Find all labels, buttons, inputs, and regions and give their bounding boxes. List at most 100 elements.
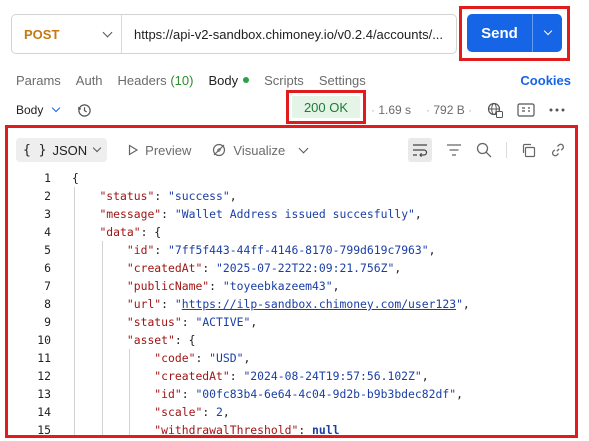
json-string: " xyxy=(174,297,182,311)
preview-button[interactable]: Preview xyxy=(127,143,191,158)
json-string: "00fc83b4-6e64-4c04-9d2b-b9b3bdec82df" xyxy=(195,387,457,401)
indent-guide xyxy=(74,223,75,241)
example-icon[interactable] xyxy=(517,103,535,117)
json-punctuation: : xyxy=(161,207,175,221)
json-string: "Wallet Address issued succesfully" xyxy=(174,207,415,221)
json-punctuation: : xyxy=(161,297,175,311)
search-icon[interactable] xyxy=(476,142,492,158)
indent-guide xyxy=(74,403,75,421)
code-line: 3 "message": "Wallet Address issued succ… xyxy=(8,205,575,223)
response-body-select[interactable]: Body xyxy=(16,103,61,117)
code-line: 9 "status": "ACTIVE", xyxy=(8,313,575,331)
indent-guide xyxy=(129,421,131,435)
braces-icon: { } xyxy=(23,142,47,158)
indent-guide xyxy=(101,367,103,385)
indent-guide xyxy=(101,349,103,367)
code-line: 7 "publicName": "toyeebkazeem43", xyxy=(8,277,575,295)
line-number: 6 xyxy=(44,261,51,275)
tab-auth[interactable]: Auth xyxy=(76,73,103,88)
status-badge[interactable]: 200 OK xyxy=(292,96,360,118)
response-time[interactable]: · 1.69 s xyxy=(371,103,411,117)
toolbar-actions xyxy=(408,138,566,162)
line-number: 15 xyxy=(37,423,51,437)
json-punctuation: : { xyxy=(174,333,196,347)
json-punctuation: : { xyxy=(140,225,162,239)
json-punctuation: , xyxy=(250,315,258,329)
request-bar: POST https://api-v2-sandbox.chimoney.io/… xyxy=(11,14,457,54)
tab-settings[interactable]: Settings xyxy=(319,73,366,88)
json-punctuation: , xyxy=(243,351,251,365)
wrap-lines-button[interactable] xyxy=(408,138,432,162)
json-punctuation: , xyxy=(332,279,340,293)
indent-guide xyxy=(74,313,75,331)
separator: · xyxy=(464,103,473,117)
url-input[interactable]: https://api-v2-sandbox.chimoney.io/v0.2.… xyxy=(122,27,452,42)
copy-icon[interactable] xyxy=(521,143,536,158)
tab-body[interactable]: Body xyxy=(208,73,250,88)
code-text: "id": "7ff5f443-44ff-4146-8170-799d619c7… xyxy=(51,241,436,259)
visualize-label: Visualize xyxy=(233,142,286,158)
json-punctuation: : xyxy=(209,279,223,293)
json-punctuation: : xyxy=(202,405,217,419)
line-number: 13 xyxy=(37,387,51,401)
json-punctuation: : xyxy=(202,261,217,275)
preview-play-icon xyxy=(129,144,139,156)
send-button[interactable]: Send xyxy=(467,14,562,52)
line-number: 1 xyxy=(44,171,51,185)
json-url-link[interactable]: https://ilp-sandbox.chimoney.com/user123 xyxy=(182,297,456,311)
history-icon[interactable] xyxy=(77,103,92,118)
json-punctuation: , xyxy=(222,405,230,419)
json-string: "success" xyxy=(168,189,230,203)
json-key: "data" xyxy=(99,225,141,239)
json-string: "2024-08-24T19:57:56.102Z" xyxy=(243,369,422,383)
send-label: Send xyxy=(481,24,518,42)
indent-guide xyxy=(101,295,103,313)
indent-guide xyxy=(74,187,75,205)
indent-guide xyxy=(101,241,103,259)
response-size-value: 792 B xyxy=(433,103,465,117)
chevron-down-icon[interactable] xyxy=(298,143,309,153)
json-punctuation: , xyxy=(428,243,436,257)
json-code-view[interactable]: 1{2 "status": "success", 3 "message": "Wa… xyxy=(8,169,575,437)
json-punctuation: , xyxy=(421,369,429,383)
response-size[interactable]: · 792 B · xyxy=(426,103,472,117)
json-key: "scale" xyxy=(154,405,203,419)
line-number: 2 xyxy=(44,189,51,203)
method-select[interactable]: POST xyxy=(12,15,122,53)
code-text: "asset": { xyxy=(51,331,195,349)
cookies-link[interactable]: Cookies xyxy=(520,73,571,88)
json-string: "2025-07-22T22:09:21.756Z" xyxy=(216,261,395,275)
format-select[interactable]: { } JSON xyxy=(16,138,108,162)
tab-scripts[interactable]: Scripts xyxy=(264,73,304,88)
visualize-button[interactable]: Visualize xyxy=(211,142,285,158)
code-text: "createdAt": "2024-08-24T19:57:56.102Z", xyxy=(51,367,429,385)
indent-guide xyxy=(74,331,75,349)
json-key: "createdAt" xyxy=(154,369,230,383)
chevron-down-icon xyxy=(92,143,102,153)
line-number: 9 xyxy=(44,315,51,329)
indent-guide xyxy=(101,421,103,435)
json-punctuation: : xyxy=(195,351,210,365)
json-punctuation: { xyxy=(72,171,79,185)
code-line: 5 "id": "7ff5f443-44ff-4146-8170-799d619… xyxy=(8,241,575,259)
body-indicator-dot xyxy=(243,77,250,84)
line-number: 10 xyxy=(37,333,51,347)
indent-guide xyxy=(129,385,131,403)
code-line: 8 "url": "https://ilp-sandbox.chimoney.c… xyxy=(8,295,575,313)
code-text: "message": "Wallet Address issued succes… xyxy=(51,205,422,223)
filter-icon[interactable] xyxy=(446,143,462,157)
link-icon[interactable] xyxy=(550,142,566,158)
code-line: 1{ xyxy=(8,169,575,187)
wrap-lines-icon xyxy=(413,144,428,157)
code-line: 2 "status": "success", xyxy=(8,187,575,205)
json-punctuation: : xyxy=(229,369,244,383)
tab-params[interactable]: Params xyxy=(16,73,61,88)
code-line: 11 "code": "USD", xyxy=(8,349,575,367)
more-icon[interactable] xyxy=(549,107,565,113)
tab-label: Headers xyxy=(117,72,167,88)
tab-headers[interactable]: Headers (10) xyxy=(118,73,194,88)
network-globe-icon[interactable] xyxy=(487,102,503,118)
json-key: "status" xyxy=(126,315,182,329)
code-text: "url": "https://ilp-sandbox.chimoney.com… xyxy=(51,295,470,313)
send-options-button[interactable] xyxy=(532,14,562,52)
